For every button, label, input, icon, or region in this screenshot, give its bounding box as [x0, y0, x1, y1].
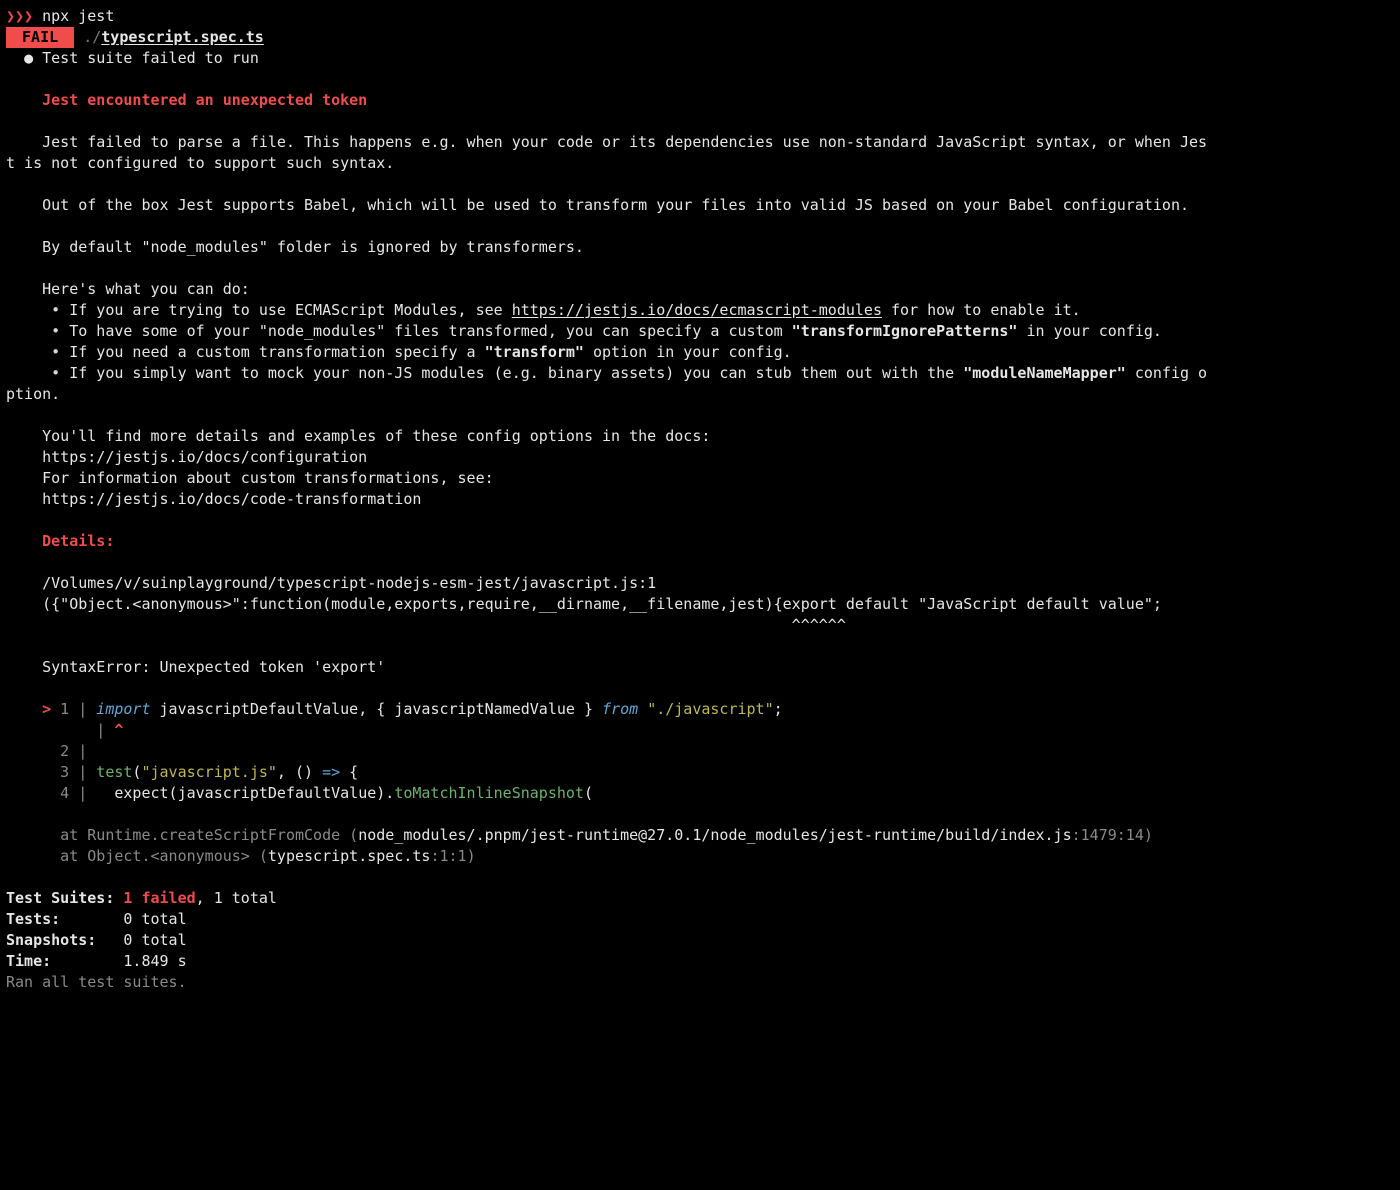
docs-link-2[interactable]: https://jestjs.io/docs/code-transformati…: [42, 490, 421, 508]
details-heading: Details:: [42, 532, 114, 550]
wrapped-code: ({"Object.<anonymous>":function(module,e…: [42, 595, 1162, 613]
bullet-icon: •: [42, 343, 69, 361]
docs-link-1[interactable]: https://jestjs.io/docs/configuration: [42, 448, 367, 466]
fail-line: FAIL ./typescript.spec.ts: [6, 27, 1394, 48]
stack-line-1: at Runtime.createScriptFromCode (node_mo…: [6, 825, 1394, 846]
summary-time: Time: 1.849 s: [6, 951, 1394, 972]
bullet-4-bold: "moduleNameMapper": [963, 364, 1126, 382]
stack-line-2: at Object.<anonymous> (typescript.spec.t…: [6, 846, 1394, 867]
caret-markers: ^^^^^^: [792, 616, 846, 634]
para-1b: t is not configured to support such synt…: [6, 154, 394, 172]
bullet-3b: option in your config.: [584, 343, 792, 361]
para-4: Here's what you can do:: [42, 280, 250, 298]
bullet-2-bold: "transformIgnorePatterns": [792, 322, 1018, 340]
para-1a: Jest failed to parse a file. This happen…: [42, 133, 1207, 151]
syntax-error: SyntaxError: Unexpected token 'export': [42, 658, 385, 676]
bullet-1b: for how to enable it.: [882, 301, 1081, 319]
bullet-icon: •: [42, 301, 69, 319]
para-3: By default "node_modules" folder is igno…: [42, 238, 584, 256]
bullet-2a: To have some of your "node_modules" file…: [69, 322, 791, 340]
bullet-icon: •: [42, 364, 69, 382]
summary-snapshots: Snapshots: 0 total: [6, 930, 1394, 951]
bullet-4c: ption.: [6, 385, 60, 403]
bullet-icon: •: [42, 322, 69, 340]
para-2: Out of the box Jest supports Babel, whic…: [42, 196, 1189, 214]
test-file: typescript.spec.ts: [101, 28, 264, 46]
fail-badge: FAIL: [6, 27, 74, 48]
test-path-dim: ./: [74, 28, 101, 46]
bullet-3-bold: "transform": [485, 343, 584, 361]
suite-failed-line: ● Test suite failed to run: [6, 48, 1394, 69]
code-line-1: > 1 | import javascriptDefaultValue, { j…: [6, 699, 1394, 720]
prompt-command: npx jest: [33, 7, 114, 25]
gutter-arrow: >: [42, 700, 51, 718]
suite-failed-text: Test suite failed to run: [42, 49, 259, 67]
caret-pad: [42, 616, 792, 634]
code-line-4: 4 | expect(javascriptDefaultValue).toMat…: [6, 783, 1394, 804]
summary-suites: Test Suites: 1 failed, 1 total: [6, 888, 1394, 909]
code-line-2: 2 |: [6, 741, 1394, 762]
para-6: For information about custom transformat…: [42, 469, 494, 487]
prompt-line: ❯❯❯ npx jest: [6, 6, 1394, 27]
bullet-1-link[interactable]: https://jestjs.io/docs/ecmascript-module…: [512, 301, 882, 319]
file-location: /Volumes/v/suinplayground/typescript-nod…: [42, 574, 656, 592]
bullet-4a: If you simply want to mock your non-JS m…: [69, 364, 963, 382]
summary-ran: Ran all test suites.: [6, 972, 1394, 993]
bullet-4b: config o: [1126, 364, 1207, 382]
para-5: You'll find more details and examples of…: [42, 427, 710, 445]
prompt-chevrons: ❯❯❯: [6, 7, 33, 25]
bullet-3a: If you need a custom transformation spec…: [69, 343, 484, 361]
bullet-icon: ●: [24, 49, 42, 67]
code-caret-line: | ^: [6, 720, 1394, 741]
bullet-1a: If you are trying to use ECMAScript Modu…: [69, 301, 512, 319]
error-heading: Jest encountered an unexpected token: [42, 91, 367, 109]
bullet-2b: in your config.: [1017, 322, 1162, 340]
summary-tests: Tests: 0 total: [6, 909, 1394, 930]
code-line-3: 3 | test("javascript.js", () => {: [6, 762, 1394, 783]
